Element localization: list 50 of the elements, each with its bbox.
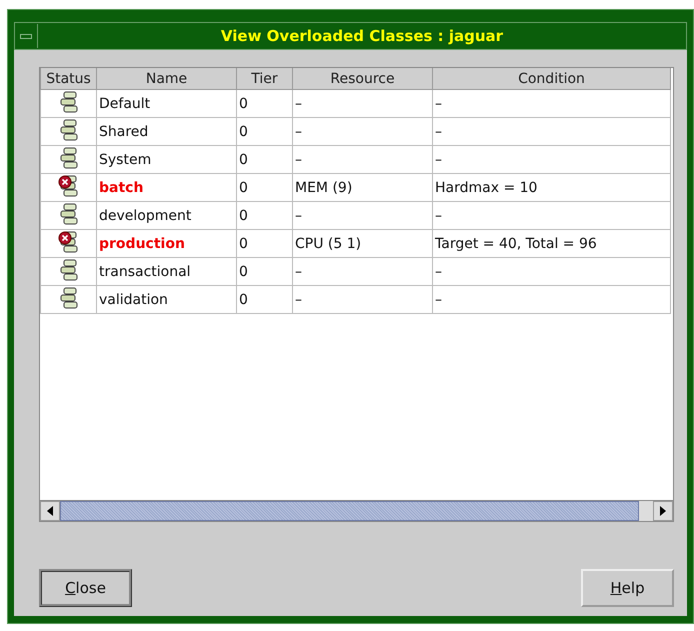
condition-cell: – [432, 146, 670, 174]
resource-cell: – [292, 90, 432, 118]
condition-cell: – [432, 202, 670, 230]
condition-cell: – [432, 258, 670, 286]
close-button[interactable]: Close [39, 569, 132, 607]
column-header[interactable]: Status [40, 68, 96, 90]
tier-cell: 0 [236, 146, 292, 174]
resource-cell: CPU (5 1) [292, 230, 432, 258]
scroll-right-icon[interactable] [653, 501, 673, 521]
server-stack-icon [58, 118, 80, 140]
server-stack-icon [58, 202, 80, 224]
resource-cell: – [292, 202, 432, 230]
server-error-icon [58, 230, 80, 252]
help-button[interactable]: Help [581, 569, 674, 607]
tier-cell: 0 [236, 90, 292, 118]
scroll-left-icon[interactable] [40, 501, 60, 521]
tier-cell: 0 [236, 286, 292, 314]
tier-cell: 0 [236, 202, 292, 230]
tier-cell: 0 [236, 174, 292, 202]
condition-cell: Target = 40, Total = 96 [432, 230, 670, 258]
class-name: batch [96, 174, 236, 202]
resource-cell: – [292, 118, 432, 146]
column-header[interactable]: Condition [432, 68, 670, 90]
window-title: View Overloaded Classes : jaguar [220, 27, 504, 45]
tier-cell: 0 [236, 230, 292, 258]
resource-cell: – [292, 146, 432, 174]
class-name: production [96, 230, 236, 258]
resource-cell: – [292, 258, 432, 286]
class-name: transactional [96, 258, 236, 286]
condition-cell: Hardmax = 10 [432, 174, 670, 202]
server-stack-icon [58, 90, 80, 112]
server-stack-icon [58, 146, 80, 168]
resource-cell: – [292, 286, 432, 314]
condition-cell: – [432, 118, 670, 146]
class-name: validation [96, 286, 236, 314]
condition-cell: – [432, 90, 670, 118]
class-name: Shared [96, 118, 236, 146]
server-stack-icon [58, 286, 80, 308]
class-name: Default [96, 90, 236, 118]
column-header[interactable]: Resource [292, 68, 432, 90]
server-error-icon [58, 174, 80, 196]
class-name: development [96, 202, 236, 230]
tier-cell: 0 [236, 258, 292, 286]
server-stack-icon [58, 258, 80, 280]
condition-cell: – [432, 286, 670, 314]
class-name: System [96, 146, 236, 174]
column-header[interactable]: Tier [236, 68, 292, 90]
column-header[interactable]: Name [96, 68, 236, 90]
resource-cell: MEM (9) [292, 174, 432, 202]
tier-cell: 0 [236, 118, 292, 146]
